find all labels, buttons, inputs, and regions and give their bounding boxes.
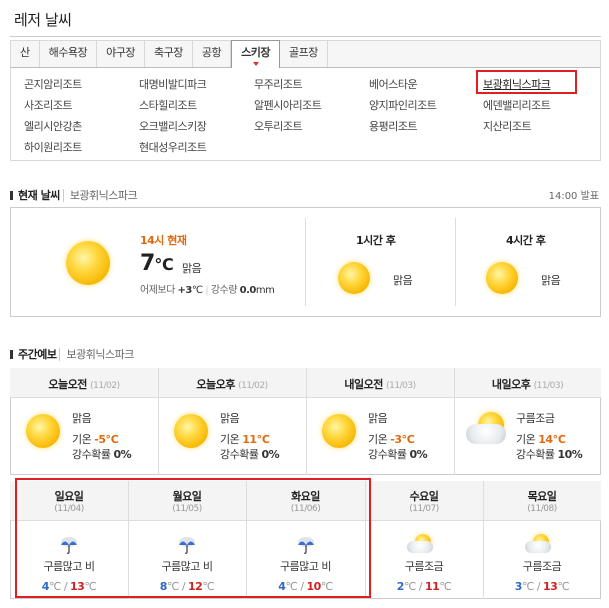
resort-link[interactable]: 무주리조트	[254, 76, 303, 92]
divider	[455, 218, 456, 306]
sun-icon	[338, 262, 370, 294]
half-day-label: 내일오전 (11/03)	[344, 378, 416, 391]
day-condition: 구름조금	[522, 560, 562, 573]
highlight-box	[476, 70, 577, 94]
resort-link[interactable]: 지산리조트	[483, 118, 532, 134]
half-day-rain: 강수확률 0%	[72, 448, 132, 461]
half-day-label: 오늘오후 (11/02)	[196, 378, 268, 391]
half-day-condition: 맑음	[368, 412, 388, 425]
half-day-label: 내일오후 (11/03)	[491, 378, 564, 391]
weekly-forecast-heading: 주간예보 보광휘닉스파크	[10, 346, 134, 362]
half-day-temp: 기온 -5℃	[72, 433, 119, 446]
current-weather-heading: 현재 날씨 보광휘닉스파크	[10, 187, 138, 203]
active-arrow-icon	[252, 62, 259, 66]
resort-link[interactable]: 스타힐리조트	[139, 97, 197, 113]
resort-link[interactable]: 현대성우리조트	[139, 139, 207, 155]
day-label: 수요일	[409, 490, 439, 503]
resort-link[interactable]: 사조리조트	[24, 97, 73, 113]
tab-mountain[interactable]: 산	[11, 41, 40, 67]
cloud-icon	[466, 424, 506, 444]
resort-link[interactable]: 엘리시안강촌	[24, 118, 82, 134]
resort-link[interactable]: 오투리조트	[254, 118, 303, 134]
cloud-icon	[407, 541, 433, 553]
resort-link[interactable]: 알펜시아리조트	[254, 97, 322, 113]
sun-icon	[486, 262, 518, 294]
current-condition: 맑음	[182, 262, 202, 275]
compare-yesterday: 어제보다 +3℃ | 강수량 0.0mm	[140, 285, 275, 296]
h4-label: 4시간 후	[506, 234, 546, 247]
half-day-temp: 기온 -3℃	[368, 433, 415, 446]
h1-label: 1시간 후	[356, 234, 396, 247]
h4-condition: 맑음	[541, 274, 561, 287]
resort-link[interactable]: 대명비발디파크	[139, 76, 207, 92]
resort-link[interactable]: 곤지암리조트	[24, 76, 82, 92]
sun-icon	[174, 414, 208, 448]
half-day-label: 오늘오전 (11/02)	[48, 378, 120, 391]
divider	[10, 36, 601, 37]
half-day-condition: 구름조금	[516, 412, 555, 425]
sun-icon	[322, 414, 356, 448]
tab-golf[interactable]: 골프장	[280, 41, 328, 67]
day-date: (11/07)	[409, 504, 439, 514]
sun-icon	[66, 241, 110, 285]
resort-link[interactable]: 베어스타운	[369, 76, 418, 92]
divider	[305, 218, 306, 306]
half-day-rain: 강수확률 0%	[220, 448, 280, 461]
resort-link[interactable]: 오크밸리스키장	[139, 118, 207, 134]
tab-ski[interactable]: 스키장	[231, 40, 280, 68]
resort-link[interactable]: 하이원리조트	[24, 139, 82, 155]
current-temp: 7℃	[140, 251, 174, 276]
half-day-rain: 강수확률 10%	[516, 448, 583, 461]
highlight-box	[15, 478, 371, 598]
category-tabs: 산 해수욕장 야구장 축구장 공항 스키장 골프장	[10, 40, 601, 68]
day-condition: 구름조금	[404, 560, 444, 573]
announce-time: 14:00 발표	[548, 191, 599, 202]
half-day-rain: 강수확률 0%	[368, 448, 428, 461]
tab-beach[interactable]: 해수욕장	[40, 41, 98, 67]
tab-baseball[interactable]: 야구장	[97, 41, 145, 67]
tab-soccer[interactable]: 축구장	[145, 41, 193, 67]
half-day-temp: 기온 11℃	[220, 433, 270, 446]
resort-link[interactable]: 양지파인리조트	[369, 97, 437, 113]
current-time-label: 14시 현재	[140, 234, 187, 247]
sun-icon	[26, 414, 60, 448]
tab-airport[interactable]: 공항	[193, 41, 232, 67]
day-temps: 2℃ / 11℃	[396, 580, 452, 593]
half-day-temp: 기온 14℃	[516, 433, 566, 446]
half-day-condition: 맑음	[72, 412, 92, 425]
page-title: 레저 날씨	[14, 11, 72, 29]
resort-link[interactable]: 용평리조트	[369, 118, 418, 134]
tab-ski-label: 스키장	[241, 46, 270, 59]
h1-condition: 맑음	[393, 274, 413, 287]
day-date: (11/08)	[527, 504, 557, 514]
half-day-condition: 맑음	[220, 412, 240, 425]
day-temps: 3℃ / 13℃	[514, 580, 570, 593]
cloud-icon	[525, 541, 551, 553]
day-label: 목요일	[527, 490, 557, 503]
resort-link[interactable]: 에덴밸리리조트	[483, 97, 551, 113]
